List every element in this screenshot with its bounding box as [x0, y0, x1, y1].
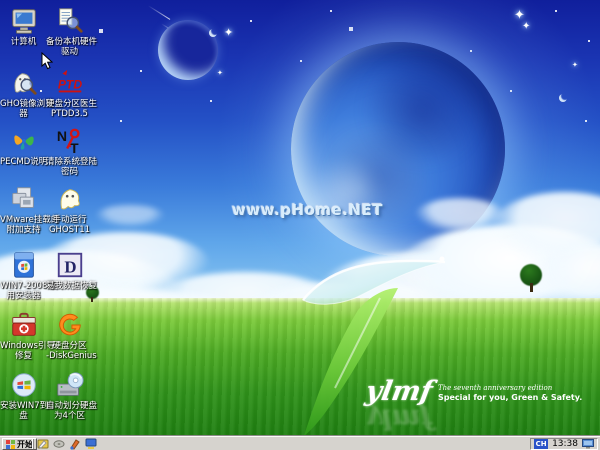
win7-box-icon	[9, 250, 39, 280]
icon-label: 自动划分硬盘 为4个区	[46, 401, 93, 421]
desktop-icon-boot-repair[interactable]: Windows引导 修复	[0, 310, 47, 361]
desktop-icon-win7-installer[interactable]: WIN7-2008通 用安装器	[0, 250, 47, 301]
desktop-icon-clear-password[interactable]: N T 清除系统登陆 密码	[46, 126, 93, 177]
icon-label: 备份本机硬件 驱动	[46, 37, 93, 57]
desktop-icon-ghost11[interactable]: 手动运行 GHOST11	[46, 184, 93, 235]
windows-orb-icon	[9, 370, 39, 400]
windows-flag-icon	[6, 440, 15, 449]
display-tray-icon[interactable]	[582, 439, 594, 449]
logo-reflection: ylmf	[366, 405, 432, 432]
crescent-moon	[158, 20, 218, 80]
desktop-screen: ✦ ✦ ✦ ✦ ✦	[0, 0, 600, 450]
icon-label: 清除系统登陆 密码	[46, 157, 93, 177]
tiny-crescent	[209, 29, 217, 37]
quick-launch-grip[interactable]	[32, 439, 34, 449]
tree-trunk	[91, 297, 93, 302]
desktop-icon-auto-partition[interactable]: 自动划分硬盘 为4个区	[46, 370, 93, 421]
svg-text:PTD: PTD	[57, 78, 82, 92]
desktop-icon-my-computer[interactable]: 计算机	[0, 6, 47, 47]
ylmf-logo-text: ylmf	[364, 378, 435, 405]
icon-label: WIN7-2008通 用安装器	[0, 281, 47, 301]
icon-label: 易我数据恢复	[46, 281, 93, 291]
show-desktop-icon[interactable]	[37, 438, 49, 450]
ylmf-logo: ylmf The seventh anniversary edition Spe…	[366, 378, 576, 422]
icon-label: 计算机	[0, 37, 47, 47]
svg-text:D: D	[64, 258, 76, 277]
my-computer-icon	[9, 6, 39, 36]
mouse-cursor	[41, 52, 53, 70]
stars	[0, 0, 2, 2]
svg-text:N: N	[56, 128, 66, 144]
tray-clock[interactable]: 13:38	[552, 439, 578, 449]
logo-tagline1: The seventh anniversary edition	[438, 384, 552, 392]
star-icon: ✦	[572, 62, 578, 69]
taskbar: 开始 CH 13:38	[0, 435, 600, 450]
desktop-icon-pecmd[interactable]: PECMD说明	[0, 126, 47, 167]
ptdd-logo-icon: PTD	[55, 68, 85, 98]
hard-disk-cd-icon	[55, 370, 85, 400]
nt-password-key-icon: N T	[55, 126, 85, 156]
star-icon: ✦	[217, 70, 223, 77]
icon-label: 硬盘分区医生 PTDD3.5	[46, 99, 93, 119]
star-icon: ✦	[224, 27, 233, 38]
icon-label: Windows引导 修复	[0, 341, 47, 361]
ime-indicator[interactable]: CH	[534, 439, 548, 449]
desktop-icon-data-recovery[interactable]: D 易我数据恢复	[46, 250, 93, 291]
icon-label: VMware挂载的 附加支持	[0, 215, 47, 235]
first-aid-kit-icon	[9, 310, 39, 340]
icon-label: PECMD说明	[0, 157, 47, 167]
vmware-boxes-icon	[9, 184, 39, 214]
my-computer-small-icon[interactable]	[85, 438, 97, 450]
desktop-icon-diskgenius[interactable]: 硬盘分区 -DiskGenius	[46, 310, 93, 361]
star-icon: ✦	[522, 22, 530, 32]
system-tray: CH 13:38	[530, 438, 598, 450]
icon-label: 硬盘分区 -DiskGenius	[46, 341, 93, 361]
desktop-icon-vmware[interactable]: VMware挂载的 附加支持	[0, 184, 47, 235]
ghost-icon	[55, 184, 85, 214]
diskgenius-g-icon	[55, 310, 85, 340]
desktop-icon-install-win7[interactable]: 安装WIN7到C 盘	[0, 370, 47, 421]
logo-tagline2: Special for you, Green & Safety.	[438, 393, 582, 402]
cd-drive-icon[interactable]	[53, 438, 65, 450]
paint-brush-icon[interactable]	[69, 438, 81, 450]
desktop-icon-ptdd[interactable]: PTD 硬盘分区医生 PTDD3.5	[46, 68, 93, 119]
icon-label: 安装WIN7到C 盘	[0, 401, 47, 421]
desktop-icon-gho-explorer[interactable]: GHO镜像浏览 器	[0, 68, 47, 119]
start-button-label: 开始	[17, 439, 33, 450]
document-search-icon	[55, 6, 85, 36]
desktop-icon-backup-drivers[interactable]: 备份本机硬件 驱动	[46, 6, 93, 57]
d-logo-icon: D	[55, 250, 85, 280]
tree-trunk	[530, 283, 533, 292]
watermark-text: www.pHome.NET	[232, 201, 383, 219]
icon-label: GHO镜像浏览 器	[0, 99, 47, 119]
butterfly-icon	[9, 126, 39, 156]
icon-label: 手动运行 GHOST11	[46, 215, 93, 235]
tiny-crescent	[559, 94, 567, 102]
ghost-search-icon	[9, 68, 39, 98]
